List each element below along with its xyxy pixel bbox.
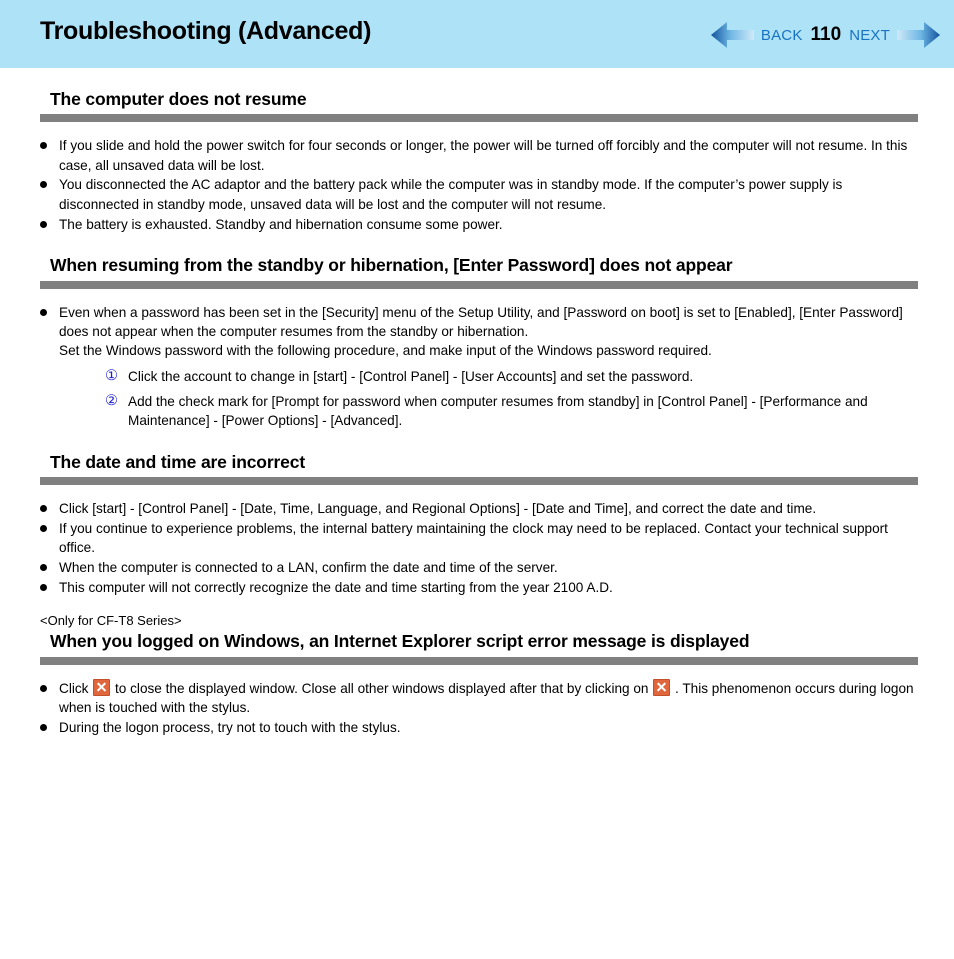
list-item-text: This computer will not correctly recogni… xyxy=(59,579,613,595)
page-content: The computer does not resume If you slid… xyxy=(0,68,954,737)
list-item-text-part2: to close the displayed window. Close all… xyxy=(115,680,649,696)
list-item-text: If you slide and hold the power switch f… xyxy=(59,138,908,173)
list-item: You disconnected the AC adaptor and the … xyxy=(0,175,954,214)
bullet-dot-icon xyxy=(40,220,47,228)
bullet-list: If you slide and hold the power switch f… xyxy=(0,136,954,233)
bullet-dot-icon xyxy=(40,142,47,150)
list-item-text: The battery is exhausted. Standby and hi… xyxy=(59,216,503,232)
list-item: Click [start] - [Control Panel] - [Date,… xyxy=(0,499,954,518)
list-item: When the computer is connected to a LAN,… xyxy=(0,558,954,577)
bullet-dot-icon xyxy=(40,181,47,189)
bullet-list: Click to close the displayed window. Clo… xyxy=(0,678,954,737)
numbered-item-text: Click the account to change in [start] -… xyxy=(128,368,694,384)
list-item: If you continue to experience problems, … xyxy=(0,519,954,558)
page-header: Troubleshooting (Advanced) BACK 110 NEXT xyxy=(0,0,954,68)
numbered-sub-list: ① Click the account to change in [start]… xyxy=(0,367,954,431)
bullet-dot-icon xyxy=(40,723,47,731)
close-x-icon[interactable] xyxy=(653,678,671,696)
section-internet-explorer-script-error: <Only for CF-T8 Series> When you logged … xyxy=(0,613,954,737)
list-item: The battery is exhausted. Standby and hi… xyxy=(0,215,954,234)
list-item-text: Even when a password has been set in the… xyxy=(59,304,903,340)
circled-number-1-icon: ① xyxy=(105,367,118,384)
bullet-dot-icon xyxy=(40,583,47,591)
next-label[interactable]: NEXT xyxy=(849,27,890,44)
back-label[interactable]: BACK xyxy=(761,27,803,44)
bullet-dot-icon xyxy=(40,563,47,571)
bullet-dot-icon xyxy=(40,308,47,316)
list-item: Click to close the displayed window. Clo… xyxy=(0,678,954,718)
section-computer-does-not-resume: The computer does not resume If you slid… xyxy=(0,88,954,234)
list-item: Even when a password has been set in the… xyxy=(0,303,954,361)
section-heading: When you logged on Windows, an Internet … xyxy=(50,631,750,652)
close-x-icon[interactable] xyxy=(93,678,111,696)
list-item-text: Click [start] - [Control Panel] - [Date,… xyxy=(59,500,817,516)
list-item-text: You disconnected the AC adaptor and the … xyxy=(59,177,843,212)
list-item: During the logon process, try not to tou… xyxy=(0,718,954,737)
page-number: 110 xyxy=(810,24,842,45)
section-enter-password-does-not-appear: When resuming from the standby or hibern… xyxy=(0,254,954,430)
list-item: This computer will not correctly recogni… xyxy=(0,578,954,597)
bullet-dot-icon xyxy=(40,504,47,512)
numbered-list-item: ① Click the account to change in [start]… xyxy=(0,367,954,386)
section-divider xyxy=(40,656,918,665)
section-heading: The computer does not resume xyxy=(50,89,307,109)
section-heading: The date and time are incorrect xyxy=(50,451,306,472)
circled-number-2-icon: ② xyxy=(105,392,118,409)
section-divider xyxy=(40,280,918,289)
section-divider xyxy=(40,476,918,485)
numbered-item-text: Add the check mark for [Prompt for passw… xyxy=(128,393,868,429)
bullet-dot-icon xyxy=(40,684,47,692)
list-item-text: When the computer is connected to a LAN,… xyxy=(59,559,558,575)
list-item: If you slide and hold the power switch f… xyxy=(0,136,954,175)
numbered-list-item: ② Add the check mark for [Prompt for pas… xyxy=(0,392,954,431)
bullet-dot-icon xyxy=(40,524,47,532)
section-date-and-time-incorrect: The date and time are incorrect Click [s… xyxy=(0,451,954,597)
section-heading: When resuming from the standby or hibern… xyxy=(50,255,733,276)
arrow-right-icon[interactable] xyxy=(896,20,942,50)
list-item-text-part1: Click xyxy=(59,680,89,696)
bullet-list: Even when a password has been set in the… xyxy=(0,303,954,361)
list-item-text: During the logon process, try not to tou… xyxy=(59,719,401,735)
list-item-text: If you continue to experience problems, … xyxy=(59,520,888,556)
page-title: Troubleshooting (Advanced) xyxy=(40,17,372,45)
section-divider xyxy=(40,114,918,123)
series-note: <Only for CF-T8 Series> xyxy=(40,613,182,629)
bullet-list: Click [start] - [Control Panel] - [Date,… xyxy=(0,499,954,597)
page-navigation: BACK 110 NEXT xyxy=(709,19,942,51)
arrow-left-icon[interactable] xyxy=(709,20,755,50)
list-item-continuation: Set the Windows password with the follow… xyxy=(59,343,712,359)
